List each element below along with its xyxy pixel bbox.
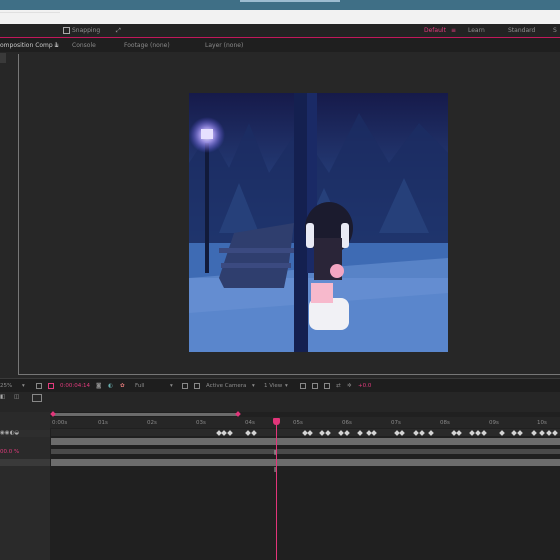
tick-label: 10s — [537, 420, 547, 426]
guides-icon[interactable] — [312, 383, 318, 389]
layer-row[interactable] — [0, 459, 50, 466]
layer-bar[interactable] — [51, 438, 560, 445]
tab-footage[interactable]: Footage (none) — [124, 42, 170, 49]
tick-label: 04s — [245, 420, 255, 426]
composition-frame-image — [189, 93, 448, 352]
current-time-indicator[interactable] — [276, 420, 277, 560]
camera-select[interactable]: Active Camera — [206, 383, 246, 389]
tick-label: 08s — [440, 420, 450, 426]
snapshot-toggle-icon[interactable] — [36, 383, 42, 389]
resolution-dropdown-icon[interactable]: ▾ — [170, 383, 173, 389]
zoom-select[interactable]: 25% — [0, 383, 12, 389]
tick-label: 01s — [98, 420, 108, 426]
layer-bar[interactable] — [51, 449, 560, 454]
time-ruler[interactable] — [50, 417, 560, 428]
camera-icon[interactable]: ◙ — [96, 383, 101, 389]
tab-console[interactable]: Console — [72, 42, 96, 49]
comment-icon[interactable] — [32, 394, 42, 402]
workspace-menu-icon[interactable]: ≡ — [451, 27, 456, 34]
timeline-header: ◧ ◫ — [0, 392, 560, 412]
color-wheel-icon[interactable]: ✿ — [120, 383, 125, 389]
tick-label: 05s — [293, 420, 303, 426]
snapping-label: Snapping — [72, 27, 101, 34]
tab-menu-icon[interactable]: ≡ — [54, 42, 59, 49]
zoom-dropdown-icon[interactable]: ▾ — [22, 383, 25, 389]
titlebar-highlight — [240, 0, 340, 2]
snapping-checkbox-icon[interactable] — [63, 27, 70, 34]
tab-composition[interactable]: omposition Comp 1 — [0, 42, 58, 49]
snap-options-icon[interactable]: ⤢ — [116, 27, 121, 35]
view-layout-select[interactable]: 1 View — [264, 383, 282, 389]
playhead-handle-icon[interactable] — [273, 418, 280, 425]
active-tab-indicator — [0, 12, 60, 13]
menu-strip — [0, 10, 560, 24]
resolution-select[interactable]: Full — [135, 383, 144, 389]
camera-dropdown-icon[interactable]: ▾ — [252, 383, 255, 389]
tick-label: 02s — [147, 420, 157, 426]
tick-label: 09s — [489, 420, 499, 426]
workspace-standard[interactable]: Standard — [508, 27, 535, 34]
workspace-default[interactable]: Default — [424, 27, 446, 34]
visibility-icons[interactable]: ◉◉◐◒ — [0, 430, 19, 436]
transparency-grid-icon[interactable] — [194, 383, 200, 389]
viewer-control-bar: 25% ▾ 0:00:04:14 ◙ ◐ ✿ Full ▾ Active Cam… — [0, 378, 560, 393]
tick-label: 03s — [196, 420, 206, 426]
draft-3d-icon[interactable]: ◫ — [14, 394, 19, 400]
exposure-value[interactable]: +0.0 — [358, 383, 371, 389]
tick-label: 0:00s — [52, 420, 68, 426]
grid-icon[interactable] — [300, 383, 306, 389]
transparency-icon[interactable]: ◐ — [108, 383, 113, 389]
tab-layer[interactable]: Layer (none) — [205, 42, 243, 49]
workspace-more[interactable]: S — [553, 27, 557, 34]
playhead-cursor-icon: I — [274, 449, 277, 457]
fast-preview-icon[interactable] — [324, 383, 330, 389]
region-of-interest-icon[interactable] — [182, 383, 188, 389]
timeline-link-icon[interactable]: ⇄ — [336, 383, 341, 389]
layer-bar[interactable] — [51, 459, 560, 466]
layer-switches-row[interactable]: ◉◉◐◒ — [0, 430, 50, 437]
viewer-tabs: omposition Comp 1 ≡ Console Footage (non… — [0, 38, 560, 52]
toolbar: Snapping ⤢ Default ≡ Learn Standard S — [0, 24, 560, 38]
resolution-toggle-icon[interactable] — [48, 383, 54, 389]
composition-mini-flowchart-icon[interactable]: ◧ — [0, 394, 5, 400]
exposure-reset-icon[interactable]: ✲ — [347, 383, 352, 389]
workspace-learn[interactable]: Learn — [468, 27, 485, 34]
panel-handle[interactable] — [0, 53, 6, 63]
work-area-bar[interactable] — [52, 413, 238, 416]
view-dropdown-icon[interactable]: ▾ — [285, 383, 288, 389]
tick-label: 06s — [342, 420, 352, 426]
current-timecode[interactable]: 0:00:04:14 — [60, 383, 90, 389]
layer-property-value[interactable]: 00.0 % — [0, 449, 19, 455]
tick-label: 07s — [391, 420, 401, 426]
playhead-cursor-icon: I — [274, 466, 277, 474]
